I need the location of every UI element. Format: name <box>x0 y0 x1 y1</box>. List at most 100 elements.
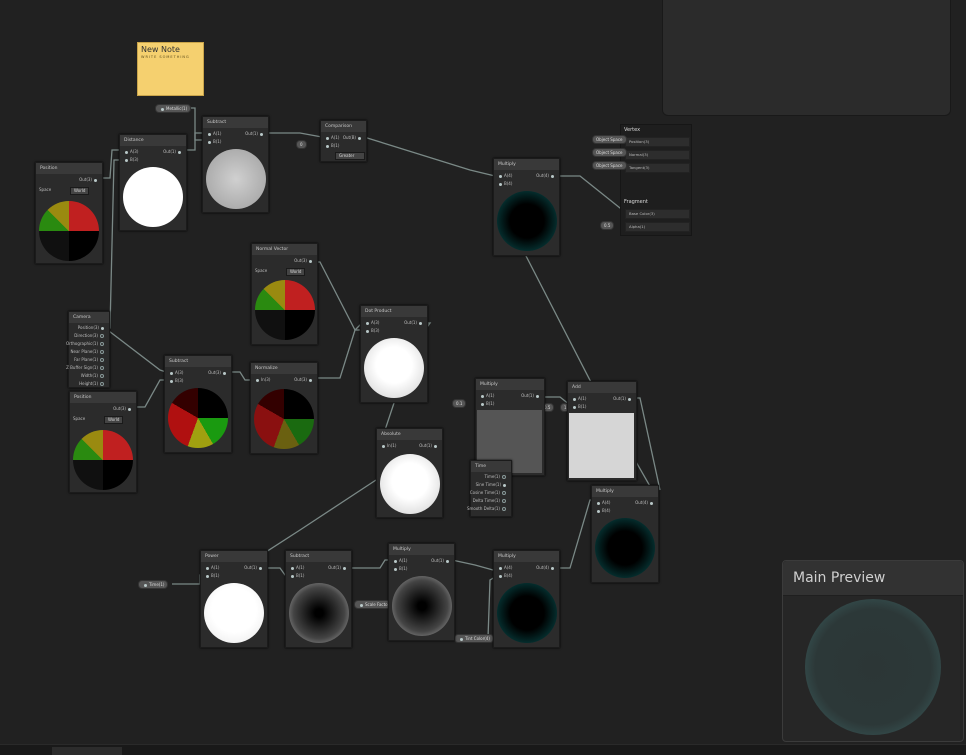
subtract-node-mid[interactable]: Subtract A(3) B(3) Out(3) <box>164 355 232 453</box>
vertex-port-position[interactable]: Position(3) <box>625 137 690 147</box>
note-body[interactable]: WRITE SOMETHING <box>138 54 203 60</box>
in-b-port[interactable]: B(4) <box>497 572 512 579</box>
camera-node[interactable]: Camera Position(3) Direction(3) Orthogra… <box>66 311 110 388</box>
out-port[interactable]: Out(1) <box>163 148 183 155</box>
time-port[interactable]: Sine Time(1) <box>476 481 508 488</box>
sticky-note[interactable]: New Note WRITE SOMETHING <box>137 42 204 96</box>
vertex-space-pill[interactable]: Object Space <box>592 135 627 144</box>
out-port[interactable]: Out(B) <box>343 134 363 141</box>
time-port[interactable]: Time(1) <box>485 473 508 480</box>
in-b-port[interactable]: B(3) <box>364 327 379 334</box>
out-port[interactable]: Out(1) <box>245 130 265 137</box>
comparison-node[interactable]: Comparison A(1) B(1) Out(B) Greater <box>320 120 367 162</box>
in-a-port[interactable]: A(3) <box>168 369 183 376</box>
add-node[interactable]: Add A(1) B(1) Out(1) <box>567 381 637 481</box>
out-port[interactable]: Out(3) <box>113 405 133 412</box>
camera-port[interactable]: Height(1) <box>79 380 106 387</box>
time-port[interactable]: Delta Time(1) <box>473 497 508 504</box>
in-a-port[interactable]: A(1) <box>206 130 221 137</box>
position-node-bottom[interactable]: Position Out(3) Space World <box>69 391 137 493</box>
out-port[interactable]: Out(1) <box>431 557 451 564</box>
out-port[interactable]: Out(4) <box>635 499 655 506</box>
space-dropdown[interactable]: World <box>104 416 124 424</box>
space-dropdown[interactable]: World <box>70 187 90 195</box>
in-b-port[interactable]: B(4) <box>497 180 512 187</box>
in-b-port[interactable]: B(1) <box>204 572 219 579</box>
normalize-node[interactable]: Normalize In(3) Out(3) <box>250 362 318 454</box>
main-preview-panel[interactable]: Main Preview <box>782 560 964 742</box>
out-port[interactable]: Out(1) <box>521 392 541 399</box>
time-port[interactable]: Cosine Time(1) <box>470 489 508 496</box>
multiply-node-bottom[interactable]: Multiply A(1) B(1) Out(1) <box>388 543 455 641</box>
out-port[interactable]: Out(3) <box>79 176 99 183</box>
camera-port[interactable]: Direction(3) <box>74 332 106 339</box>
in-b-port[interactable]: B(3) <box>168 377 183 384</box>
in-a-port[interactable]: A(4) <box>595 499 610 506</box>
in-a-port[interactable]: A(1) <box>324 134 339 141</box>
out-port[interactable]: Out(3) <box>294 376 314 383</box>
fragment-port-alpha[interactable]: Alpha(1) <box>625 222 690 232</box>
out-port[interactable]: Out(1) <box>613 395 633 402</box>
in-port[interactable]: In(1) <box>380 442 396 449</box>
camera-port[interactable]: Position(3) <box>78 324 106 331</box>
comparison-mode-dropdown[interactable]: Greater <box>335 152 365 160</box>
tint-property-pill[interactable]: Tint Color(4) <box>454 634 494 643</box>
subtract-node-top[interactable]: Subtract A(1) B(1) Out(1) <box>202 116 269 213</box>
in-a-port[interactable]: A(1) <box>392 557 407 564</box>
vertex-port-normal[interactable]: Normal(3) <box>625 150 690 160</box>
dot-product-node[interactable]: Dot Product A(3) B(3) Out(1) <box>360 305 428 403</box>
out-port[interactable]: Out(4) <box>536 172 556 179</box>
in-b-port[interactable]: B(4) <box>595 507 610 514</box>
note-title[interactable]: New Note <box>138 43 203 54</box>
multiply-node-right[interactable]: Multiply A(4) B(4) Out(4) <box>591 485 659 583</box>
distance-node[interactable]: Distance A(3) B(3) Out(1) <box>119 134 187 231</box>
fragment-port-base-color[interactable]: Base Color(3) <box>625 209 690 219</box>
vertex-port-tangent[interactable]: Tangent(3) <box>625 163 690 173</box>
out-port[interactable]: Out(1) <box>404 319 424 326</box>
in-a-port[interactable]: A(3) <box>123 148 138 155</box>
in-b-port[interactable]: B(1) <box>324 142 339 149</box>
in-b-port[interactable]: B(3) <box>123 156 138 163</box>
value-pill[interactable]: 0 <box>296 140 307 149</box>
absolute-node[interactable]: Absolute In(1) Out(1) <box>376 428 443 518</box>
metallic-property-pill[interactable]: Metallic(1) <box>155 104 192 113</box>
in-b-port[interactable]: B(1) <box>289 572 304 579</box>
value-pill-b[interactable]: 0.1 <box>452 399 467 408</box>
in-a-port[interactable]: A(1) <box>571 395 586 402</box>
in-port[interactable]: In(3) <box>254 376 270 383</box>
vertex-space-pill[interactable]: Object Space <box>592 148 627 157</box>
in-a-port[interactable]: A(1) <box>479 392 494 399</box>
in-b-port[interactable]: B(1) <box>392 565 407 572</box>
graph-canvas[interactable]: New Note WRITE SOMETHING Metallic(1) 0 T… <box>0 0 966 755</box>
multiply-node-bottom2[interactable]: Multiply A(4) B(4) Out(4) <box>493 550 560 648</box>
out-port[interactable]: Out(3) <box>294 257 314 264</box>
out-port[interactable]: Out(3) <box>208 369 228 376</box>
in-a-port[interactable]: A(1) <box>289 564 304 571</box>
time-property-pill[interactable]: Time(1) <box>138 580 169 589</box>
space-dropdown[interactable]: World <box>286 268 306 276</box>
time-port[interactable]: Smooth Delta(1) <box>467 505 508 512</box>
out-port[interactable]: Out(1) <box>419 442 439 449</box>
vertex-space-pill[interactable]: Object Space <box>592 161 627 170</box>
in-a-port[interactable]: A(3) <box>364 319 379 326</box>
out-port[interactable]: Out(4) <box>536 564 556 571</box>
alpha-value-pill[interactable]: 0.5 <box>600 221 615 230</box>
in-b-port[interactable]: B(1) <box>571 403 586 410</box>
position-node-top[interactable]: Position Out(3) Space World <box>35 162 103 264</box>
camera-port[interactable]: Z Buffer Sign(1) <box>66 364 106 371</box>
in-a-port[interactable]: A(4) <box>497 564 512 571</box>
in-a-port[interactable]: A(4) <box>497 172 512 179</box>
subtract-node-bottom[interactable]: Subtract A(1) B(1) Out(1) <box>285 550 352 648</box>
camera-port[interactable]: Orthographic(1) <box>66 340 106 347</box>
power-node[interactable]: Power A(1) B(1) Out(1) <box>200 550 268 648</box>
master-stack[interactable]: Vertex Position(3) Normal(3) Tangent(3) … <box>620 124 692 236</box>
camera-port[interactable]: Width(1) <box>81 372 106 379</box>
normal-vector-node[interactable]: Normal Vector Out(3) Space World <box>251 243 318 345</box>
in-a-port[interactable]: A(1) <box>204 564 219 571</box>
in-b-port[interactable]: B(1) <box>206 138 221 145</box>
out-port[interactable]: Out(1) <box>328 564 348 571</box>
multiply-node-top[interactable]: Multiply A(4) B(4) Out(4) <box>493 158 560 256</box>
out-port[interactable]: Out(1) <box>244 564 264 571</box>
camera-port[interactable]: Far Plane(1) <box>74 356 106 363</box>
main-preview-sphere[interactable] <box>805 599 941 735</box>
